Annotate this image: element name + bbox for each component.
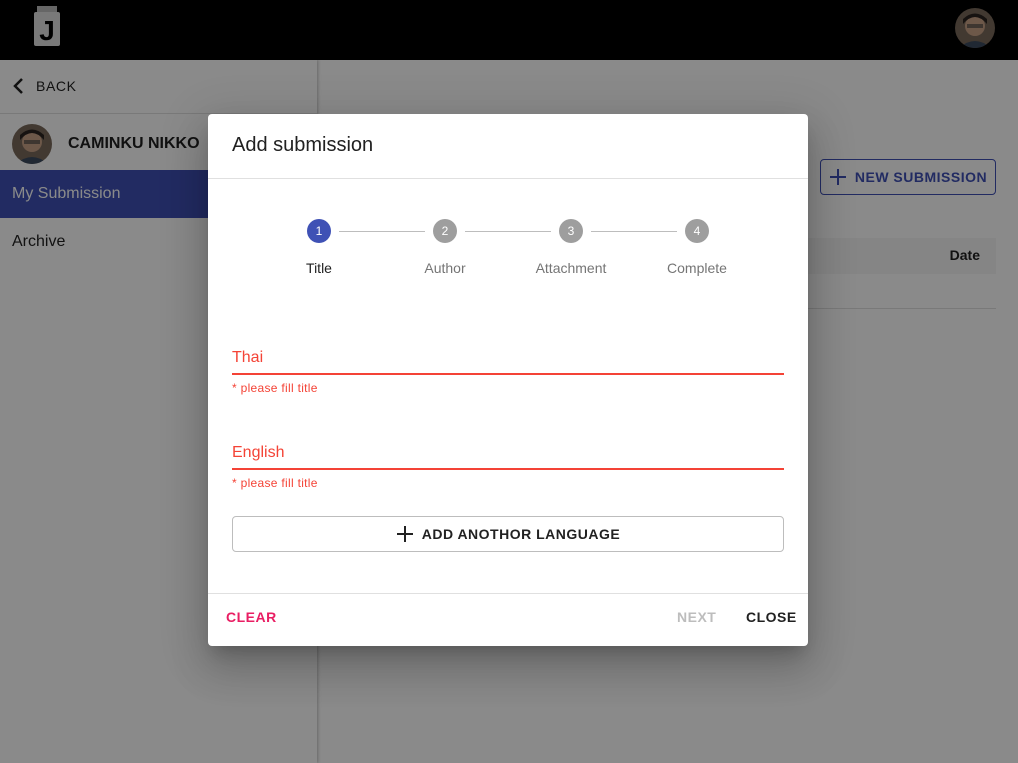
english-title-field[interactable]: English * please fill title (232, 441, 784, 490)
input-underline (232, 468, 784, 470)
step-4-circle[interactable]: 4 (685, 219, 709, 243)
dialog-title: Add submission (232, 134, 374, 156)
add-language-label: ADD ANOTHOR LANGUAGE (421, 526, 621, 542)
english-title-input-label[interactable]: English (232, 441, 784, 465)
step-1-label: Title (306, 260, 332, 276)
english-title-error: * please fill title (232, 476, 318, 490)
divider (208, 593, 808, 594)
step-3-label: Attachment (535, 260, 607, 276)
next-button[interactable]: NEXT (677, 609, 716, 625)
step-2-label: Author (424, 260, 466, 276)
step-connector (591, 231, 677, 232)
thai-title-input-label[interactable]: Thai (232, 346, 784, 370)
step-3-circle[interactable]: 3 (559, 219, 583, 243)
step-connector (465, 231, 551, 232)
step-4-label: Complete (667, 260, 727, 276)
add-submission-dialog: Add submission 1 2 3 4 Title Author Atta… (208, 114, 808, 646)
plus-icon (396, 526, 413, 542)
clear-button[interactable]: CLEAR (226, 609, 277, 625)
step-1-circle[interactable]: 1 (307, 219, 331, 243)
step-2-circle[interactable]: 2 (433, 219, 457, 243)
add-language-button[interactable]: ADD ANOTHOR LANGUAGE (232, 516, 784, 552)
thai-title-field[interactable]: Thai * please fill title (232, 346, 784, 395)
close-button[interactable]: CLOSE (746, 609, 797, 625)
step-connector (339, 231, 425, 232)
input-underline (232, 373, 784, 375)
divider (208, 178, 808, 179)
thai-title-error: * please fill title (232, 381, 318, 395)
